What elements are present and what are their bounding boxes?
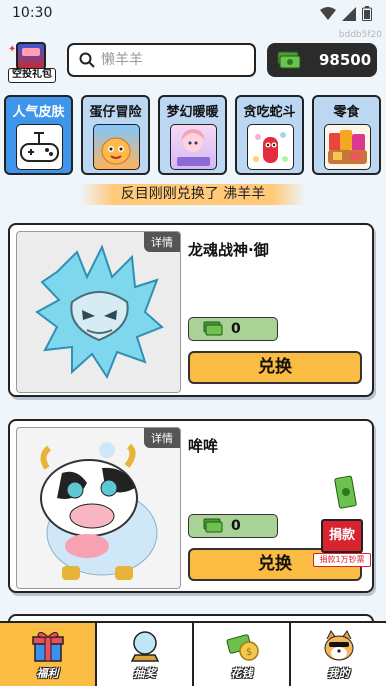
- balance-display[interactable]: 98500: [267, 43, 377, 77]
- cash-stack-icon: [334, 475, 357, 509]
- tab-snacks[interactable]: 零食: [312, 95, 381, 175]
- gift-box-icon: [31, 631, 64, 662]
- tab-label: 蛋仔冒险: [89, 105, 142, 120]
- nikki-icon: [170, 124, 217, 170]
- tab-label: 贪吃蛇斗: [243, 105, 296, 120]
- category-tabs: 人气皮肤 蛋仔冒险 梦幻暖暖 贪吃蛇斗 零食: [4, 95, 382, 175]
- signal-icon: [342, 6, 356, 21]
- bottom-nav: 福利 抽奖 $ 花钱 我的: [0, 621, 386, 686]
- tab-snake-battle[interactable]: 贪吃蛇斗: [235, 95, 304, 175]
- device-id: bddb5f20: [338, 30, 382, 40]
- snake-icon: [247, 124, 294, 170]
- donate-label: 捐款: [321, 519, 363, 553]
- detail-tag[interactable]: 详情: [144, 428, 180, 448]
- price-value: 0: [231, 321, 241, 337]
- money-bag-icon: $: [226, 634, 259, 661]
- nav-label: 我的: [327, 667, 350, 680]
- tab-label: 零食: [333, 105, 360, 120]
- price-pill: 0: [188, 317, 278, 341]
- nav-label: 抽奖: [133, 667, 156, 680]
- price-pill: 0: [188, 514, 278, 538]
- price-value: 0: [231, 518, 241, 534]
- eggy-party-icon: [93, 124, 140, 170]
- donate-sub-label: 捐款1万钞票: [313, 553, 371, 567]
- product-name: 龙魂战神·御: [188, 241, 269, 259]
- product-card: 详情 龙魂战神·御 0 兑换: [8, 223, 374, 397]
- status-time: 10:30: [12, 5, 53, 21]
- nav-welfare[interactable]: 福利: [0, 623, 97, 686]
- search-input[interactable]: [101, 52, 251, 68]
- balance-value: 98500: [319, 51, 372, 69]
- tab-eggy-adventure[interactable]: 蛋仔冒险: [81, 95, 150, 175]
- tab-popular-skins[interactable]: 人气皮肤: [4, 95, 73, 175]
- redeem-button[interactable]: 兑换: [188, 351, 362, 384]
- nav-label: 福利: [36, 667, 59, 680]
- cash-icon: [203, 321, 223, 336]
- battery-icon: [362, 6, 372, 21]
- airdrop-gift-pack-button[interactable]: ✦ 空投礼包: [6, 42, 58, 86]
- gift-box-icon: [16, 42, 46, 70]
- search-icon: [79, 52, 95, 68]
- status-bar: 10:30: [0, 0, 386, 28]
- gift-pack-label: 空投礼包: [8, 68, 56, 83]
- search-bar[interactable]: [67, 43, 256, 77]
- cash-icon: [203, 518, 223, 533]
- redeem-notice: 反目刚刚兑换了 沸羊羊: [80, 184, 306, 205]
- nav-label: 花钱: [230, 667, 253, 680]
- product-name: 哞哞: [188, 437, 219, 455]
- dragon-armor-icon: [35, 244, 164, 380]
- snacks-icon: [324, 124, 371, 170]
- nav-spend[interactable]: $ 花钱: [194, 623, 291, 686]
- status-icons: [320, 6, 372, 21]
- svg-text:$: $: [245, 647, 251, 658]
- cow-figure-icon: [40, 442, 158, 580]
- detail-tag[interactable]: 详情: [144, 232, 180, 252]
- nav-profile[interactable]: 我的: [291, 623, 386, 686]
- nav-lottery[interactable]: 抽奖: [97, 623, 194, 686]
- product-image[interactable]: 详情: [16, 427, 181, 589]
- tab-dream-nikki[interactable]: 梦幻暖暖: [158, 95, 227, 175]
- gamepad-icon: [16, 124, 63, 170]
- wifi-icon: [320, 6, 336, 20]
- shiba-dog-icon: [324, 630, 353, 661]
- cash-icon: [277, 51, 301, 69]
- product-image[interactable]: 详情: [16, 231, 181, 393]
- tab-label: 人气皮肤: [12, 105, 65, 120]
- tab-label: 梦幻暖暖: [166, 105, 219, 120]
- donate-button[interactable]: 捐款 捐款1万钞票: [313, 519, 371, 571]
- crystal-ball-icon: [130, 631, 159, 662]
